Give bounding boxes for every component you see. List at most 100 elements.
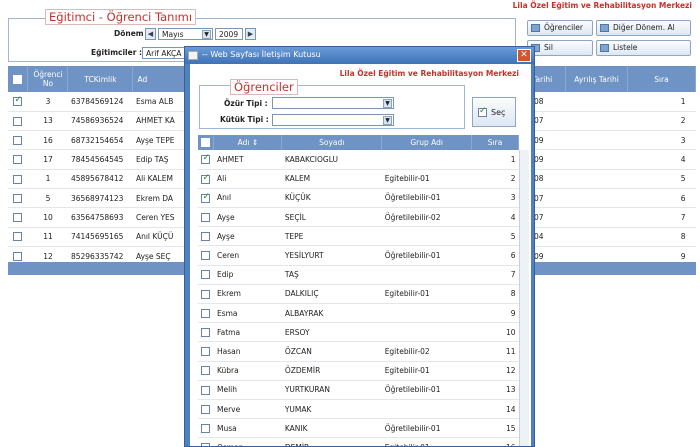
- tckimlik-cell: 68732154654: [67, 130, 133, 151]
- sira-cell: 2: [471, 169, 519, 189]
- chevron-down-icon: ▼: [202, 30, 211, 39]
- adi-cell: Fatma: [213, 322, 282, 343]
- list-item[interactable]: Hasan ÖZCAN Egitebilir-02 11: [198, 341, 519, 362]
- dialog-org-name: Lila Özel Eğitim ve Rehabilitasyon Merke…: [339, 69, 519, 78]
- dialog-select-all-checkbox[interactable]: [198, 135, 215, 150]
- list-item[interactable]: Edip TAŞ 7: [198, 265, 519, 285]
- list-item[interactable]: Ayşe TEPE 5: [198, 226, 519, 247]
- web-dialog: -- Web Sayfası İletişim Kutusu ✕ Lila Öz…: [184, 46, 535, 447]
- ayrilis-tarihi-cell: [565, 227, 628, 247]
- row-checkbox[interactable]: [198, 245, 214, 266]
- row-checkbox[interactable]: [198, 188, 214, 209]
- list-item[interactable]: Musa KANIK Öğretilebilir-01 15: [198, 418, 519, 439]
- list-item[interactable]: Ceren YESİLYURT Öğretilebilir-01 6: [198, 245, 519, 266]
- col-sira[interactable]: Sıra: [627, 66, 696, 92]
- col-ogrenci-no[interactable]: Öğrenci No: [27, 66, 69, 92]
- row-checkbox[interactable]: [198, 265, 214, 285]
- row-checkbox[interactable]: [198, 418, 214, 439]
- sil-button[interactable]: Sil: [527, 40, 593, 56]
- sira-cell: 3: [627, 130, 696, 151]
- sira-cell: 2: [627, 111, 696, 132]
- year-field[interactable]: 2009: [215, 28, 243, 40]
- diger-donem-button[interactable]: Diğer Dönem. Al: [596, 20, 691, 36]
- close-icon[interactable]: ✕: [517, 49, 531, 62]
- col-soyadi[interactable]: Soyadı: [281, 135, 383, 150]
- row-checkbox[interactable]: [8, 188, 28, 209]
- row-checkbox[interactable]: [8, 130, 28, 151]
- vertical-scrollbar[interactable]: [519, 150, 529, 446]
- soyadi-cell: DALKILIÇ: [281, 284, 382, 305]
- list-item[interactable]: AHMETKABAKCIOGLU 1: [198, 150, 519, 170]
- list-item[interactable]: Esma ALBAYRAK 9: [198, 303, 519, 324]
- row-checkbox[interactable]: [198, 169, 214, 189]
- col-grup-adi[interactable]: Grup Adı: [381, 135, 473, 150]
- ozur-tipi-select[interactable]: ▼: [272, 97, 394, 109]
- col-adi[interactable]: Adı ⇕: [213, 135, 283, 150]
- sira-cell: 7: [471, 265, 519, 285]
- soyadi-cell: ALBAYRAK: [281, 303, 382, 324]
- listele-button[interactable]: Listele: [596, 40, 691, 56]
- adi-cell: Ali: [213, 169, 282, 189]
- ogrenci-no-cell: 13: [27, 111, 68, 132]
- row-checkbox[interactable]: [198, 207, 214, 228]
- adi-cell: Esma: [213, 303, 282, 324]
- row-checkbox[interactable]: [198, 437, 214, 446]
- egitimci-select[interactable]: Arif AKÇA: [142, 47, 188, 59]
- row-checkbox[interactable]: [198, 303, 214, 324]
- list-item[interactable]: Kübra ÖZDEMİR Egitebilir-01 12: [198, 361, 519, 381]
- tckimlik-cell: 63784569124: [67, 92, 133, 112]
- sira-cell: 9: [471, 303, 519, 324]
- row-checkbox[interactable]: [198, 380, 214, 400]
- soyadi-cell: ERSOY: [281, 322, 382, 343]
- list-item[interactable]: Melih YURTKURAN Öğretilebilir-01 13: [198, 380, 519, 400]
- adi-cell: Anıl: [213, 188, 282, 209]
- kutuk-tipi-select[interactable]: ▼: [272, 114, 394, 126]
- row-checkbox[interactable]: [198, 361, 214, 381]
- list-item[interactable]: AliKALEMEgitebilir-012: [198, 169, 519, 189]
- adi-cell: Musa: [213, 418, 282, 439]
- col-tckimlik[interactable]: TCKimlik: [67, 66, 134, 92]
- row-checkbox[interactable]: [198, 284, 214, 305]
- org-name: Lila Özel Eğitim ve Rehabilitasyon Merke…: [512, 1, 692, 10]
- next-month-button[interactable]: ▶: [245, 28, 256, 40]
- row-checkbox[interactable]: [198, 150, 214, 170]
- soyadi-cell: YESİLYURT: [281, 245, 382, 266]
- grup-adi-cell: Egitebilir-02: [381, 341, 472, 362]
- list-item[interactable]: OsmanDEMİREgitebilir-0116: [198, 437, 519, 446]
- list-item[interactable]: AnılKÜÇÜKÖğretilebilir-013: [198, 188, 519, 209]
- col-dialog-sira[interactable]: Sıra: [471, 135, 519, 150]
- soyadi-cell: KANIK: [281, 418, 382, 439]
- sira-cell: 16: [471, 437, 519, 446]
- dialog-titlebar[interactable]: -- Web Sayfası İletişim Kutusu ✕: [185, 47, 534, 64]
- row-checkbox[interactable]: [198, 399, 214, 420]
- select-all-checkbox[interactable]: [8, 66, 29, 92]
- sira-cell: 10: [471, 322, 519, 343]
- col-ayrilis-tarihi[interactable]: Ayrılış Tarihi: [565, 66, 629, 92]
- row-checkbox[interactable]: [198, 322, 214, 343]
- row-checkbox[interactable]: [8, 92, 28, 112]
- list-item[interactable]: Merve YUMAK 14: [198, 399, 519, 420]
- sec-button[interactable]: Seç: [472, 97, 516, 127]
- users-icon: [531, 24, 540, 32]
- sira-cell: 5: [627, 169, 696, 189]
- row-checkbox[interactable]: [8, 169, 28, 189]
- sort-icon: ⇕: [251, 138, 259, 147]
- list-item[interactable]: Fatma ERSOY 10: [198, 322, 519, 343]
- month-select[interactable]: Mayıs ▼: [158, 28, 213, 40]
- row-checkbox[interactable]: [8, 207, 28, 228]
- grup-adi-cell: [381, 150, 472, 170]
- sira-cell: 3: [471, 188, 519, 209]
- adi-cell: Merve: [213, 399, 282, 420]
- ogrenciler-button[interactable]: Öğrenciler: [527, 20, 593, 36]
- row-checkbox[interactable]: [8, 111, 28, 132]
- row-checkbox[interactable]: [198, 341, 214, 362]
- tckimlik-cell: 74586936524: [67, 111, 133, 132]
- row-checkbox[interactable]: [8, 149, 28, 170]
- prev-month-button[interactable]: ◀: [145, 28, 156, 40]
- row-checkbox[interactable]: [198, 226, 214, 247]
- adi-cell: Hasan: [213, 341, 282, 362]
- sira-cell: 11: [471, 341, 519, 362]
- list-item[interactable]: Ekrem DALKILIÇ Egitebilir-01 8: [198, 284, 519, 305]
- list-item[interactable]: Ayşe SEÇİL Öğretilebilir-02 4: [198, 207, 519, 228]
- row-checkbox[interactable]: [8, 227, 28, 247]
